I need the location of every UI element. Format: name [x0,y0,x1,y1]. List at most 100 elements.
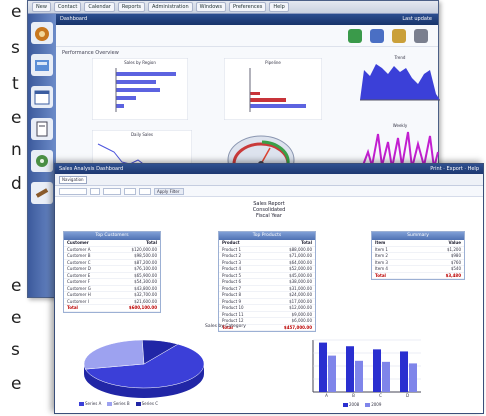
bar [382,361,390,392]
menu-item-calendar[interactable]: Calendar [84,2,115,12]
bar [319,342,327,392]
bar [116,96,136,100]
sidebar-button[interactable] [31,150,53,172]
bar [250,104,306,108]
sidebar-button[interactable] [31,86,53,108]
sidebar [28,14,56,297]
page-word: e [11,276,22,296]
bar [328,355,336,392]
chart-title: Daily Sales [131,132,153,137]
bar [116,80,156,84]
top-customers-panel: Top Customers Customer Total Customer A $1… [63,231,161,313]
contacts-icon [35,60,49,71]
legend-item: 2009 [365,402,381,407]
bar [116,104,124,108]
summary-panel: Summary Item Value Item 1 $1,200 Item 2 $980… [371,231,465,280]
window-title: Sales Analysis Dashboard [59,166,124,172]
page-word: s [11,38,20,58]
menu-item-new[interactable]: New [32,2,51,12]
bar [400,351,408,392]
apply-filter-button[interactable]: Apply Filter [154,187,184,195]
top-products-panel: Top Products Product Total Product 1 $88,0… [218,231,316,332]
filter-field[interactable] [124,187,136,195]
bar [250,98,286,102]
menu-bar: New Contact Calendar Reports Administrat… [28,1,438,14]
x-tick-label: B [352,393,355,398]
navigation-bar: Navigation [55,174,483,186]
x-tick-label: C [379,393,382,398]
legend-item: 2008 [343,402,359,407]
filter-field[interactable] [139,187,151,195]
export-button[interactable] [370,28,384,43]
panel-title: Top Customers [64,232,160,240]
window-title-right[interactable]: Print · Export · Help [430,164,479,174]
edit-icon [35,188,49,198]
page-text-column: e s t e n d e e s e [0,0,26,416]
print-button[interactable] [392,28,406,43]
document-icon [36,121,48,137]
settings-button[interactable] [414,28,428,43]
bar [409,363,417,392]
pie-legend: Series A Series B Series C [79,401,158,406]
filter-bar: Apply Filter [55,186,483,197]
chart-title: Trend [394,55,406,60]
pipeline-chart: Pipeline [224,58,322,120]
navigation-select[interactable]: Navigation [59,175,87,184]
page-word: e [11,374,22,394]
panel-title: Top Products [219,232,315,240]
bar [346,346,354,392]
dashboard-toolbar [56,25,438,47]
dashboard-titlebar: Dashboard Last update [56,14,438,25]
report-period: Fiscal Year [256,213,282,219]
report-header: Sales Report Consolidated Fiscal Year [55,197,483,219]
panel-title: Summary [372,232,464,240]
page-word: e [11,108,22,128]
page-word: e [11,2,22,22]
page-word: e [11,308,22,328]
menu-item-reports[interactable]: Reports [117,2,146,12]
menu-item-preferences[interactable]: Preferences [228,2,267,12]
calendar-icon [34,90,50,105]
menu-item-windows[interactable]: Windows [195,2,226,12]
menu-item-contact[interactable]: Contact [53,2,82,12]
legend-item: Series A [79,401,101,406]
page-word: n [11,140,22,160]
sales-by-region-chart: Sales by Region [92,58,188,120]
legend-item: Series C [135,401,158,406]
window-titlebar: Sales Analysis Dashboard Print · Export … [55,164,483,174]
x-tick-label: A [325,393,328,398]
trend-chart: Trend [360,55,440,101]
bar [116,88,160,92]
panel-total-row: Total $600,100.00 [64,305,160,312]
bar [373,349,381,392]
sidebar-button[interactable] [31,182,53,204]
bar [250,92,260,95]
menu-item-administration[interactable]: Administration [148,2,193,12]
sidebar-button[interactable] [31,118,53,140]
bar [355,360,363,392]
pie-slice [83,339,145,370]
chart-title: Sales by Region [124,60,156,65]
settings-icon [36,155,48,167]
home-icon [35,27,49,41]
pie-chart-title: Sales by Category [205,324,246,329]
filter-field[interactable] [59,187,87,195]
chart-title: Pipeline [265,60,281,65]
page-word: t [12,74,19,94]
refresh-button[interactable] [348,28,362,43]
filter-field[interactable] [90,187,100,195]
sidebar-button[interactable] [31,54,53,76]
bar [116,72,176,76]
bar-legend: 2008 2009 [343,402,381,407]
x-tick-label: D [406,393,409,398]
category-pie-chart [83,339,205,398]
page-word: d [11,174,22,194]
filter-field[interactable] [103,187,121,195]
sidebar-button[interactable] [31,22,53,44]
page-word: s [11,340,20,360]
menu-item-help[interactable]: Help [269,2,289,12]
legend-item: Series B [107,401,130,406]
panel-total-row: Total $3,480 [372,273,464,279]
comparison-bar-chart: A B C D [312,339,421,398]
chart-title: Weekly [393,123,408,128]
